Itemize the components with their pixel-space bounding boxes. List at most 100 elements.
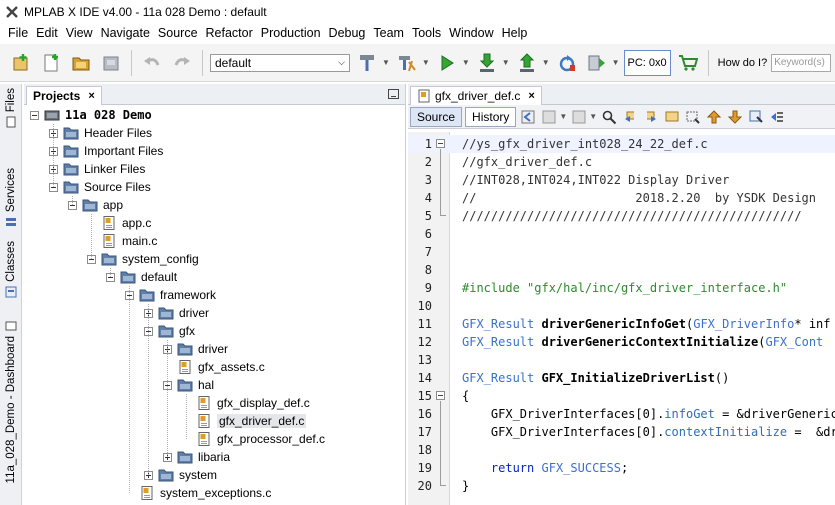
cart-button[interactable] bbox=[675, 50, 701, 76]
forward-dropdown-icon[interactable]: ▼ bbox=[589, 112, 597, 121]
tree-node[interactable]: system bbox=[144, 466, 217, 484]
tree-node[interactable]: framework bbox=[125, 286, 216, 304]
configuration-select[interactable]: default ⌵ bbox=[210, 53, 350, 72]
menu-edit[interactable]: Edit bbox=[32, 26, 62, 40]
previous-bookmark-button[interactable] bbox=[705, 108, 723, 126]
tree-node[interactable]: hal bbox=[163, 376, 214, 394]
menu-help[interactable]: Help bbox=[498, 26, 532, 40]
menu-production[interactable]: Production bbox=[257, 26, 325, 40]
main-toolbar: default ⌵ ▼ ▼ ▼ ▼ ▼ ▼ PC: 0x0 How do I? … bbox=[0, 44, 835, 82]
make-dropdown-icon[interactable]: ▼ bbox=[612, 58, 620, 67]
tree-node[interactable]: Source Files bbox=[49, 178, 151, 196]
fold-toggle-icon[interactable] bbox=[436, 139, 445, 148]
find-previous-button[interactable] bbox=[621, 108, 639, 126]
code-text: GFX_Result driverGenericInfoGet(GFX_Driv… bbox=[462, 317, 831, 331]
find-next-button[interactable] bbox=[642, 108, 660, 126]
tree-node[interactable]: driver bbox=[163, 340, 228, 358]
code-text: GFX_Result driverGenericContextInitializ… bbox=[462, 335, 823, 349]
history-button[interactable] bbox=[540, 108, 558, 126]
close-icon[interactable]: × bbox=[528, 90, 534, 102]
menu-window[interactable]: Window bbox=[445, 26, 497, 40]
code-type: GFX_Cont bbox=[765, 335, 824, 349]
run-button[interactable] bbox=[434, 50, 460, 76]
redo-button[interactable] bbox=[169, 50, 195, 76]
source-view-button[interactable]: Source bbox=[410, 106, 463, 127]
code-function: GFX_InitializeDriverList bbox=[541, 371, 715, 385]
make-button[interactable] bbox=[584, 50, 610, 76]
side-tab-classes[interactable]: Classes bbox=[2, 241, 20, 298]
tree-node[interactable]: app bbox=[68, 196, 123, 214]
tree-node[interactable]: system_config bbox=[87, 250, 199, 268]
tree-node[interactable]: Important Files bbox=[49, 142, 163, 160]
tree-node[interactable]: app.c bbox=[87, 214, 151, 232]
tree-node[interactable]: default bbox=[106, 268, 177, 286]
undo-button[interactable] bbox=[139, 50, 165, 76]
tree-node[interactable]: main.c bbox=[87, 232, 157, 250]
toggle-highlight-button[interactable] bbox=[684, 108, 702, 126]
tree-node[interactable]: Linker Files bbox=[49, 160, 145, 178]
back-button[interactable] bbox=[519, 108, 537, 126]
find-button[interactable] bbox=[600, 108, 618, 126]
side-tab-services[interactable]: Services bbox=[2, 168, 20, 228]
menu-file[interactable]: File bbox=[4, 26, 32, 40]
tab-gfx-driver-def[interactable]: gfx_driver_def.c × bbox=[410, 86, 542, 105]
menu-source[interactable]: Source bbox=[154, 26, 202, 40]
line-number: 8 bbox=[424, 263, 432, 277]
history-view-button[interactable]: History bbox=[465, 106, 517, 127]
tree-node[interactable]: gfx bbox=[144, 322, 195, 340]
tree-node[interactable]: libaria bbox=[163, 448, 230, 466]
menu-refactor[interactable]: Refactor bbox=[202, 26, 257, 40]
next-bookmark-button[interactable] bbox=[726, 108, 744, 126]
code-line: 4 // 2018.2.20 by YSDK Design bbox=[408, 189, 835, 207]
side-tab-dashboard-label: 11a_028_Demo - Dashboard bbox=[5, 336, 17, 484]
code-line: 1 //ys_gfx_driver_int028_24_22_def.c bbox=[408, 135, 835, 153]
expand-toggle-icon[interactable] bbox=[30, 110, 39, 120]
tree-node[interactable]: gfx_display_def.c bbox=[182, 394, 310, 412]
fold-toggle-icon[interactable] bbox=[436, 391, 445, 400]
tree-node[interactable]: gfx_assets.c bbox=[163, 358, 265, 376]
close-icon[interactable]: × bbox=[88, 90, 94, 102]
minimize-panel-button[interactable] bbox=[388, 89, 399, 99]
build-button[interactable] bbox=[354, 50, 380, 76]
tree-node[interactable]: Header Files bbox=[49, 124, 152, 142]
shift-left-button[interactable] bbox=[768, 108, 786, 126]
find-selection-button[interactable] bbox=[663, 108, 681, 126]
program-device-icon bbox=[519, 52, 534, 72]
tree-node-label: gfx_assets.c bbox=[198, 360, 265, 374]
line-number: 15 bbox=[417, 389, 432, 403]
menu-navigate[interactable]: Navigate bbox=[97, 26, 154, 40]
clean-build-button[interactable] bbox=[394, 50, 420, 76]
tree-node[interactable]: system_exceptions.c bbox=[125, 484, 271, 502]
history-dropdown-icon[interactable]: ▼ bbox=[559, 112, 567, 121]
keyword-search-input[interactable]: Keyword(s) bbox=[771, 53, 832, 72]
open-project-button[interactable] bbox=[68, 50, 94, 76]
tab-projects[interactable]: Projects × bbox=[26, 86, 102, 105]
run-dropdown-icon[interactable]: ▼ bbox=[462, 58, 470, 67]
tree-node[interactable]: gfx_driver_def.c bbox=[182, 412, 307, 430]
menu-tools[interactable]: Tools bbox=[408, 26, 445, 40]
close-project-button[interactable] bbox=[98, 50, 124, 76]
new-project-icon bbox=[13, 53, 28, 70]
tree-node[interactable]: driver bbox=[144, 304, 209, 322]
code-editor[interactable]: 1 //ys_gfx_driver_int028_24_22_def.c 2 //gf… bbox=[408, 132, 835, 505]
dashboard-icon bbox=[5, 321, 17, 331]
side-tab-files[interactable]: Files bbox=[2, 88, 20, 128]
new-file-button[interactable] bbox=[38, 50, 64, 76]
reset-button[interactable] bbox=[554, 50, 580, 76]
tree-node[interactable]: gfx_processor_def.c bbox=[182, 430, 325, 448]
debug-dropdown-icon[interactable]: ▼ bbox=[502, 58, 510, 67]
program-dropdown-icon[interactable]: ▼ bbox=[542, 58, 550, 67]
toggle-bookmark-button[interactable] bbox=[747, 108, 765, 126]
debug-button[interactable] bbox=[474, 50, 500, 76]
build-dropdown-icon[interactable]: ▼ bbox=[382, 58, 390, 67]
menu-debug[interactable]: Debug bbox=[325, 26, 370, 40]
editor-toolbar: Source History ▼ ▼ bbox=[408, 105, 835, 129]
side-tab-dashboard[interactable]: 11a_028_Demo - Dashboard bbox=[2, 320, 20, 483]
menu-view[interactable]: View bbox=[62, 26, 97, 40]
clean-build-dropdown-icon[interactable]: ▼ bbox=[422, 58, 430, 67]
tree-node[interactable]: 11a 028 Demo bbox=[30, 106, 152, 124]
new-project-button[interactable] bbox=[8, 50, 34, 76]
program-device-button[interactable] bbox=[514, 50, 540, 76]
menu-team[interactable]: Team bbox=[369, 26, 408, 40]
forward-button[interactable] bbox=[570, 108, 588, 126]
